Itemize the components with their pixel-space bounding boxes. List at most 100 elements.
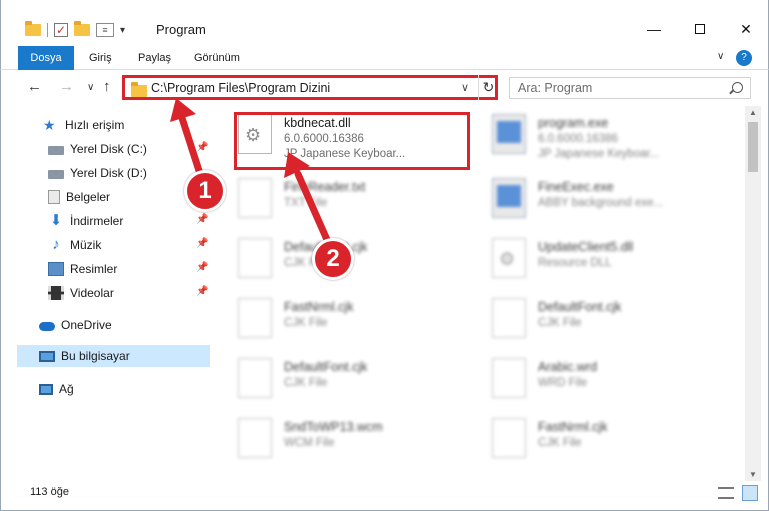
sidebar-item-label: İndirmeler — [70, 214, 124, 228]
folder-icon[interactable] — [25, 21, 41, 36]
new-folder-icon[interactable] — [74, 21, 90, 36]
maximize-icon — [695, 24, 705, 34]
pin-icon[interactable]: 📌 — [196, 262, 208, 273]
status-bar: 113 öğe — [0, 481, 769, 511]
ribbon-tabs: Dosya Giriş Paylaş Görünüm ∨ ? — [0, 46, 769, 102]
file-name: FineExec.exe — [538, 180, 614, 194]
file-name: DefaultFont.cjk — [284, 360, 368, 374]
file-description: CJK File — [538, 317, 582, 329]
pin-icon[interactable]: 📌 — [196, 214, 208, 225]
file-tile[interactable]: SndToWP13.wcm WCM File — [212, 410, 452, 466]
document-file-icon — [238, 418, 272, 458]
document-file-icon — [238, 358, 272, 398]
search-input[interactable]: Ara: Program — [518, 81, 592, 95]
sidebar-item-label: Yerel Disk (C:) — [70, 142, 147, 156]
file-description: Resource DLL — [538, 257, 612, 269]
details-view-icon[interactable] — [718, 487, 734, 499]
document-file-icon — [238, 238, 272, 278]
refresh-button[interactable]: ↻ — [478, 75, 498, 100]
file-tile[interactable]: Arabic.wrd WRD File — [466, 350, 706, 406]
back-button[interactable]: ← — [27, 78, 42, 95]
minimize-button[interactable]: — — [631, 14, 677, 44]
address-row: ← → ∨ ↑ C:\Program Files\Program Dizini … — [0, 70, 769, 106]
file-tile[interactable]: FineExec.exe ABBY background exe... — [466, 170, 706, 226]
pin-icon[interactable]: 📌 — [196, 286, 208, 297]
sidebar-item-label: Resimler — [70, 262, 118, 276]
sidebar-item-label: Müzik — [70, 238, 102, 252]
drive-icon — [48, 170, 64, 179]
item-count: 113 öğe — [30, 486, 69, 498]
sidebar-item-label: Ağ — [59, 382, 74, 396]
sidebar-item-label: Bu bilgisayar — [61, 349, 130, 363]
sidebar-item-network[interactable]: Ağ — [39, 378, 74, 400]
file-tile[interactable]: DefaultFont.cjk CJK File — [466, 290, 706, 346]
callout-badge-2: 2 — [312, 238, 354, 280]
search-box[interactable]: Ara: Program — [509, 77, 751, 99]
maximize-button[interactable] — [677, 14, 723, 44]
scroll-thumb[interactable] — [748, 122, 758, 172]
close-button[interactable]: ✕ — [723, 14, 769, 44]
download-icon: ⬇ — [49, 212, 63, 229]
file-tile[interactable]: UpdateClient5.dll Resource DLL — [466, 230, 706, 286]
recent-locations-icon[interactable]: ∨ — [87, 82, 94, 93]
sidebar-item-onedrive[interactable]: OneDrive — [39, 314, 112, 336]
document-file-icon — [492, 358, 526, 398]
file-name: SndToWP13.wcm — [284, 420, 383, 434]
callout-badge-1: 1 — [184, 170, 226, 212]
minimize-icon: — — [647, 21, 661, 37]
properties-check-icon[interactable]: ✓ — [54, 23, 68, 37]
cloud-icon — [39, 322, 55, 331]
pin-icon[interactable]: 📌 — [196, 238, 208, 249]
document-file-icon — [238, 178, 272, 218]
sidebar-item-quick-access[interactable]: ★ Hızlı erişim — [43, 114, 124, 136]
quick-access-toolbar: ✓ ≡ ▾ — [25, 20, 125, 40]
file-tile[interactable]: FastNrml.cjk CJK File — [466, 410, 706, 466]
scroll-down-icon[interactable]: ▼ — [745, 470, 761, 479]
sidebar-item-this-pc[interactable]: Bu bilgisayar — [17, 345, 210, 367]
folder-icon — [131, 82, 147, 97]
tab-home[interactable]: Giriş — [79, 46, 122, 70]
scroll-up-icon[interactable]: ▲ — [745, 108, 761, 117]
sidebar-item-label: Hızlı erişim — [65, 118, 125, 132]
sidebar-item-videos[interactable]: Videolar 📌 — [48, 282, 213, 304]
sidebar-item-label: Yerel Disk (D:) — [70, 166, 147, 180]
tab-share[interactable]: Paylaş — [128, 46, 181, 70]
file-name: program.exe — [538, 116, 609, 130]
close-icon: ✕ — [740, 20, 752, 37]
sidebar-item-pictures[interactable]: Resimler 📌 — [48, 258, 213, 280]
forward-button[interactable]: → — [59, 78, 74, 95]
sidebar-item-label: OneDrive — [61, 318, 112, 332]
title-bar: ✓ ≡ ▾ Program — ✕ — [0, 0, 769, 46]
address-path[interactable]: C:\Program Files\Program Dizini — [151, 81, 330, 95]
file-program-exe[interactable]: program.exe 6.0.6000.16386 JP Japanese K… — [466, 106, 706, 162]
file-description: CJK File — [284, 317, 328, 329]
vertical-scrollbar[interactable]: ▲ ▼ — [745, 106, 761, 481]
computer-icon — [39, 350, 55, 362]
address-dropdown-icon[interactable]: ∨ — [461, 81, 469, 94]
window-title: Program — [156, 22, 206, 37]
sidebar-item-disk-d[interactable]: Yerel Disk (D:) — [48, 162, 147, 184]
file-description: WCM File — [284, 437, 335, 449]
exe-file-icon — [492, 114, 526, 154]
file-description: WRD File — [538, 377, 588, 389]
expand-ribbon-icon[interactable]: ∨ — [717, 51, 724, 62]
file-tile[interactable]: DefaultFont.cjk CJK File — [212, 350, 452, 406]
file-name: DefaultFont.cjk — [538, 300, 622, 314]
sidebar-item-label: Videolar — [70, 286, 114, 300]
chevron-down-icon[interactable]: ▾ — [120, 25, 125, 36]
help-icon[interactable]: ? — [736, 50, 752, 66]
tab-view[interactable]: Görünüm — [184, 46, 250, 70]
file-name: FastNrml.cjk — [538, 420, 608, 434]
drive-icon — [48, 146, 64, 155]
search-icon[interactable] — [732, 82, 743, 93]
file-tile[interactable]: FastNrml.cjk CJK File — [212, 290, 452, 346]
dll-file-icon — [492, 238, 526, 278]
large-icons-view-icon[interactable] — [742, 485, 758, 501]
sidebar-item-downloads[interactable]: ⬇ İndirmeler 📌 — [48, 210, 213, 232]
file-name: FastNrml.cjk — [284, 300, 354, 314]
file-name: UpdateClient5.dll — [538, 240, 634, 254]
sidebar-item-music[interactable]: ♪ Müzik 📌 — [48, 234, 213, 256]
callout-arrow-2 — [284, 152, 332, 246]
customize-icon[interactable]: ≡ — [96, 23, 114, 37]
up-button[interactable]: ↑ — [103, 78, 111, 95]
